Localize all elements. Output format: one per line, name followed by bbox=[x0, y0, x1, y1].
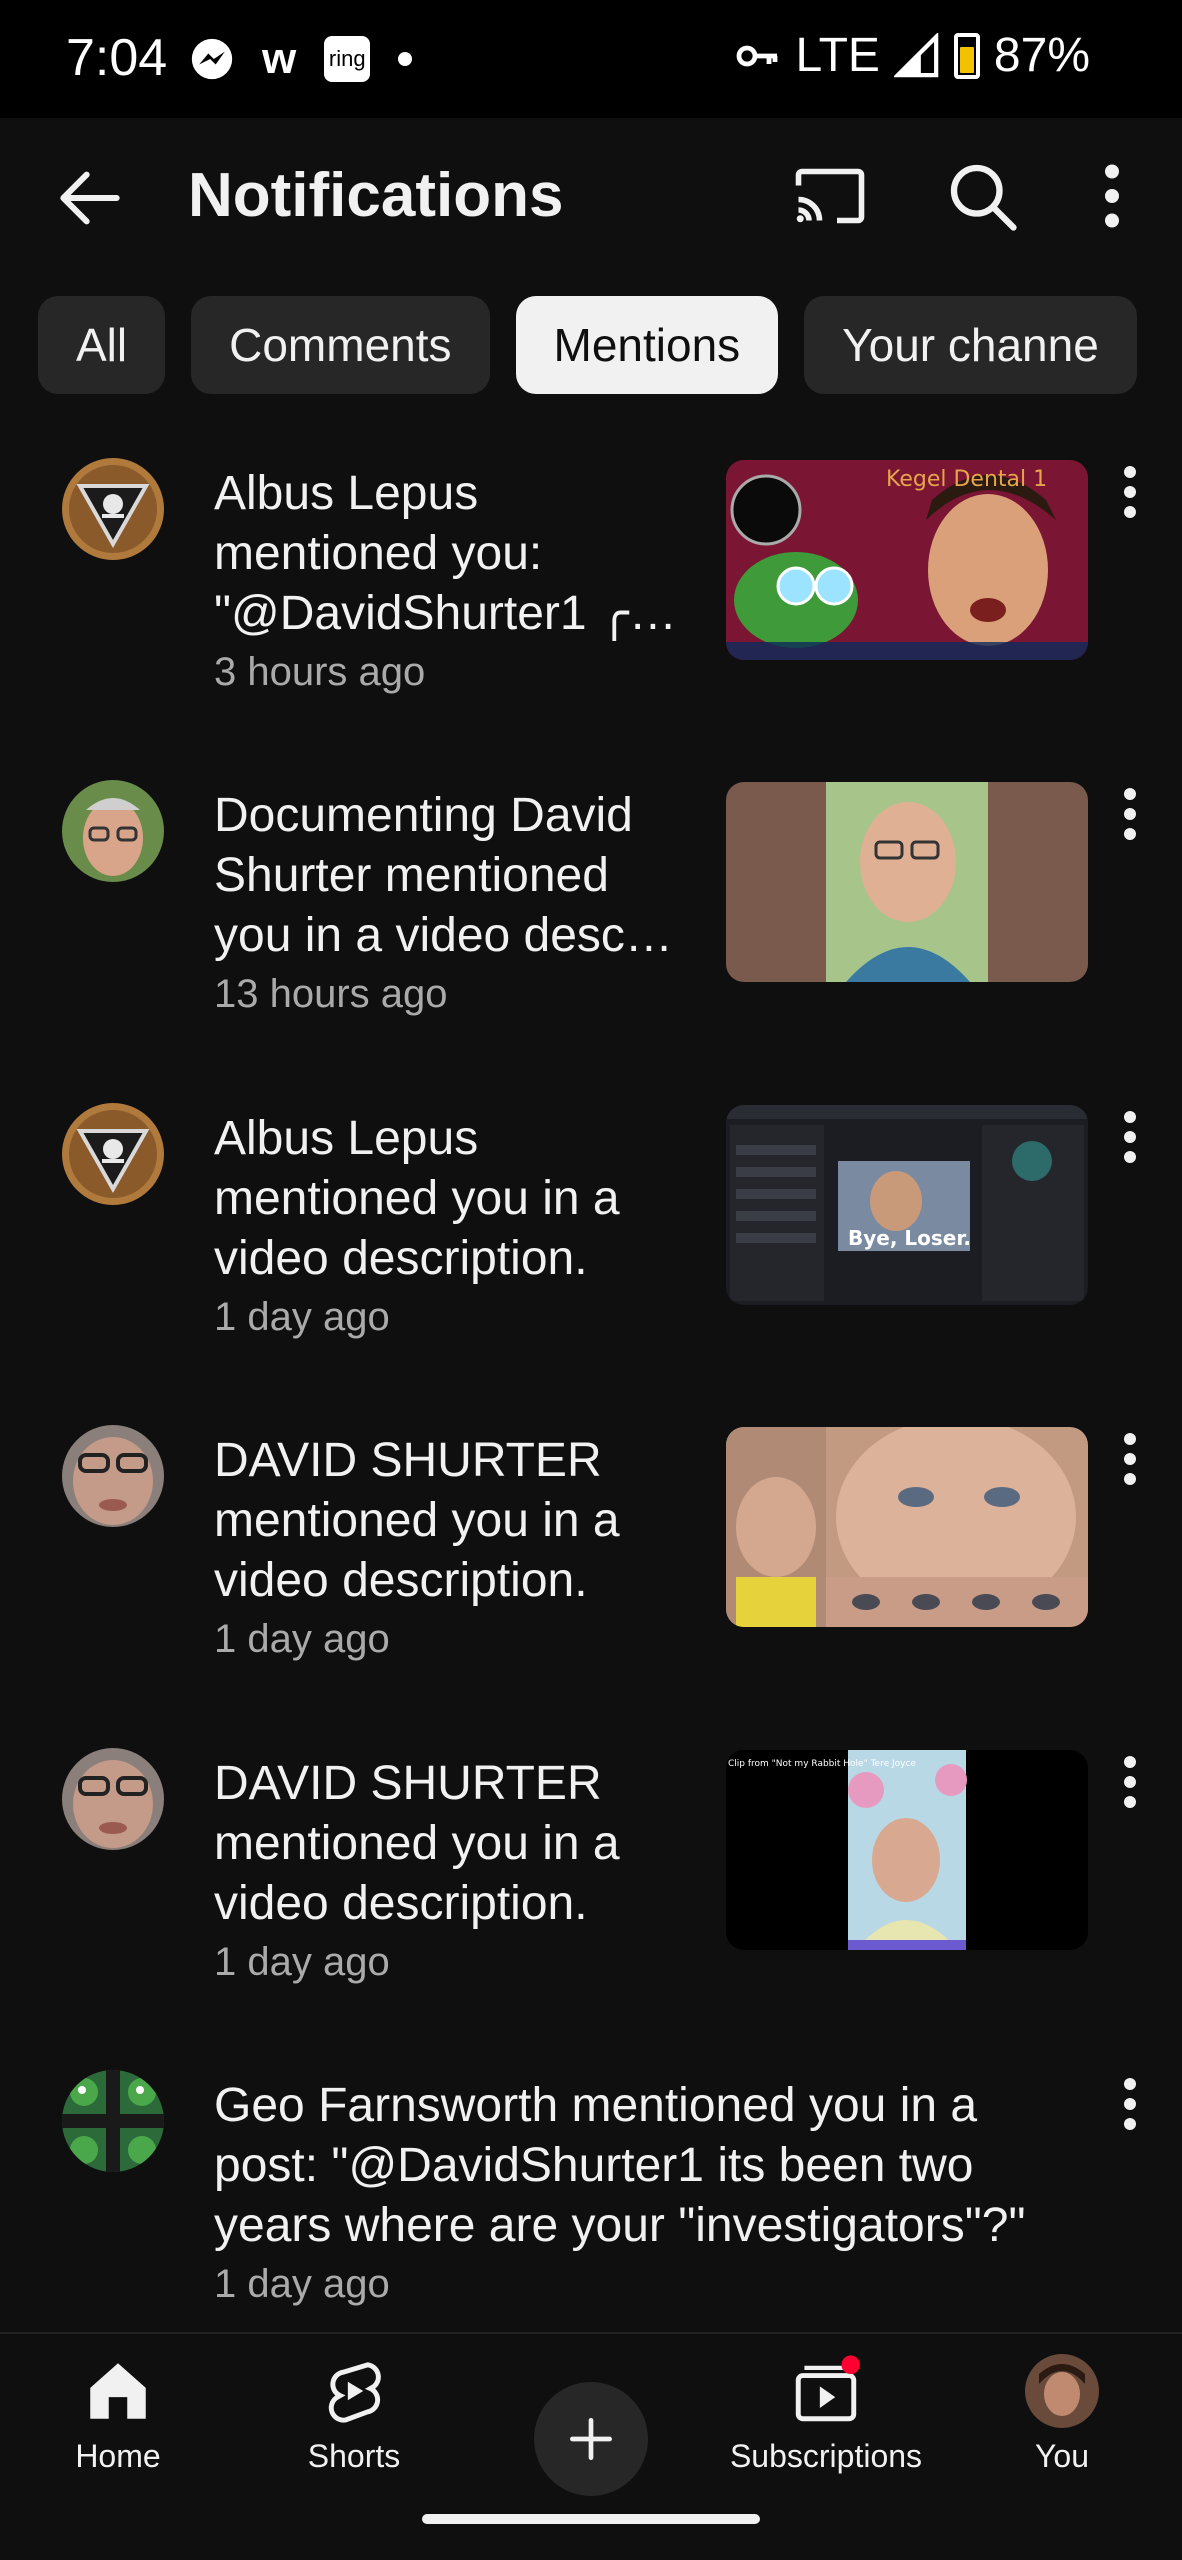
notification-time: 3 hours ago bbox=[214, 650, 426, 694]
notification-time: 1 day ago bbox=[214, 2262, 390, 2306]
video-thumbnail[interactable] bbox=[726, 1427, 1088, 1627]
video-thumbnail[interactable]: Clip from "Not my Rabbit Hole" Tere Joyc… bbox=[726, 1750, 1088, 1950]
page-title: Notifications bbox=[188, 161, 564, 230]
notification-text-block: Documenting David Shurter mentioned you … bbox=[214, 786, 694, 1020]
plus-icon bbox=[570, 2418, 612, 2460]
profile-avatar bbox=[1025, 2354, 1099, 2428]
more-vert-icon[interactable] bbox=[1110, 2074, 1150, 2134]
nav-you-label: You bbox=[1035, 2438, 1089, 2474]
notification-time: 13 hours ago bbox=[214, 972, 448, 1016]
signal-icon bbox=[893, 32, 939, 77]
app-bar: Notifications bbox=[0, 118, 1182, 278]
nav-home-label: Home bbox=[75, 2438, 161, 2474]
man-face-avatar[interactable] bbox=[62, 1748, 164, 1850]
triangle-skull-avatar[interactable] bbox=[62, 458, 164, 560]
battery-icon bbox=[953, 32, 980, 79]
gesture-bar[interactable] bbox=[422, 2514, 760, 2524]
create-button[interactable] bbox=[534, 2382, 648, 2496]
w-app-icon: w bbox=[262, 34, 297, 83]
screen: 7:04 w ring LTE 87% Notifications All Co… bbox=[0, 0, 1182, 2560]
battery-percent: 87% bbox=[993, 29, 1090, 82]
nav-home[interactable]: Home bbox=[18, 2354, 218, 2504]
status-time: 7:04 bbox=[66, 29, 168, 87]
nav-you[interactable]: You bbox=[962, 2354, 1162, 2504]
nav-subscriptions[interactable]: Subscriptions bbox=[726, 2354, 926, 2504]
ring-app-icon: ring bbox=[324, 36, 371, 82]
chip-all[interactable]: All bbox=[38, 296, 166, 394]
notification-text-block: Albus Lepus mentioned you in a video des… bbox=[214, 1109, 694, 1343]
notification-time: 1 day ago bbox=[214, 1940, 390, 1984]
notification-time: 1 day ago bbox=[214, 1295, 390, 1339]
home-icon bbox=[90, 2363, 146, 2419]
nav-shorts[interactable]: Shorts bbox=[254, 2354, 454, 2504]
messenger-icon bbox=[191, 38, 233, 80]
chip-your-channel[interactable]: Your channe bbox=[804, 296, 1137, 394]
notification-message: Albus Lepus mentioned you in a video des… bbox=[214, 1112, 620, 1285]
chip-mentions[interactable]: Mentions bbox=[515, 296, 779, 394]
notification-text-block: DAVID SHURTER mentioned you in a video d… bbox=[214, 1431, 694, 1665]
search-icon[interactable] bbox=[940, 154, 1024, 238]
notification-message: DAVID SHURTER mentioned you in a video d… bbox=[214, 1757, 620, 1930]
video-thumbnail[interactable]: Bye, Loser. bbox=[726, 1105, 1088, 1305]
status-left-icons: w ring bbox=[190, 34, 413, 84]
notification-item[interactable]: Geo Farnsworth mentioned you in a post: … bbox=[0, 2052, 1182, 2352]
video-thumbnail[interactable] bbox=[726, 782, 1088, 982]
status-right-icons: LTE 87% bbox=[733, 28, 1090, 83]
bottom-navigation: Home Shorts Subscriptions You bbox=[0, 2332, 1182, 2560]
notification-message: DAVID SHURTER mentioned you in a video d… bbox=[214, 1434, 620, 1607]
notification-text-block: Geo Farnsworth mentioned you in a post: … bbox=[214, 2076, 1094, 2310]
vpn-key-icon bbox=[737, 45, 778, 66]
status-bar: 7:04 w ring LTE 87% bbox=[0, 0, 1182, 118]
back-arrow-icon[interactable] bbox=[50, 158, 130, 238]
thumbnail-caption: Bye, Loser. bbox=[848, 1226, 971, 1250]
nav-shorts-label: Shorts bbox=[307, 2438, 401, 2474]
notification-message: Documenting David Shurter mentioned you … bbox=[214, 789, 673, 962]
notification-item[interactable]: Albus Lepus mentioned you in a video des… bbox=[0, 1085, 1182, 1385]
network-type: LTE bbox=[795, 29, 880, 82]
notification-text-block: DAVID SHURTER mentioned you in a video d… bbox=[214, 1754, 694, 1988]
notification-message: Albus Lepus mentioned you: "@DavidShurte… bbox=[214, 467, 677, 640]
more-notifications-dot-icon bbox=[398, 52, 413, 66]
shorts-icon bbox=[328, 2362, 381, 2423]
notification-item[interactable]: DAVID SHURTER mentioned you in a video d… bbox=[0, 1407, 1182, 1707]
thumbnail-caption: Kegel Dental 1 bbox=[886, 467, 1047, 492]
more-vert-icon[interactable] bbox=[1110, 462, 1150, 522]
frog-avatar[interactable] bbox=[62, 2070, 164, 2172]
notification-item[interactable]: DAVID SHURTER mentioned you in a video d… bbox=[0, 1730, 1182, 2030]
notification-item[interactable]: Documenting David Shurter mentioned you … bbox=[0, 762, 1182, 1062]
more-vert-icon[interactable] bbox=[1110, 1752, 1150, 1812]
more-vert-icon[interactable] bbox=[1110, 1429, 1150, 1489]
more-vert-icon[interactable] bbox=[1070, 154, 1154, 238]
subscriptions-icon bbox=[795, 2355, 860, 2422]
chip-comments[interactable]: Comments bbox=[191, 296, 490, 394]
video-thumbnail[interactable]: Kegel Dental 1 bbox=[726, 460, 1088, 660]
cast-icon[interactable] bbox=[788, 154, 872, 238]
nav-subscriptions-label: Subscriptions bbox=[729, 2438, 923, 2474]
notification-time: 1 day ago bbox=[214, 1617, 390, 1661]
new-content-dot-icon bbox=[841, 2355, 860, 2375]
filter-chips: All Comments Mentions Your channe bbox=[38, 296, 1137, 394]
more-vert-icon[interactable] bbox=[1110, 784, 1150, 844]
triangle-skull-avatar[interactable] bbox=[62, 1103, 164, 1205]
notification-text-block: Albus Lepus mentioned you: "@DavidShurte… bbox=[214, 464, 694, 698]
man-glasses-avatar[interactable] bbox=[62, 780, 164, 882]
more-vert-icon[interactable] bbox=[1110, 1107, 1150, 1167]
man-face-avatar[interactable] bbox=[62, 1425, 164, 1527]
thumbnail-caption: Clip from "Not my Rabbit Hole" Tere Joyc… bbox=[728, 1759, 916, 1769]
notification-message: Geo Farnsworth mentioned you in a post: … bbox=[214, 2079, 1026, 2252]
notification-item[interactable]: Albus Lepus mentioned you: "@DavidShurte… bbox=[0, 440, 1182, 740]
